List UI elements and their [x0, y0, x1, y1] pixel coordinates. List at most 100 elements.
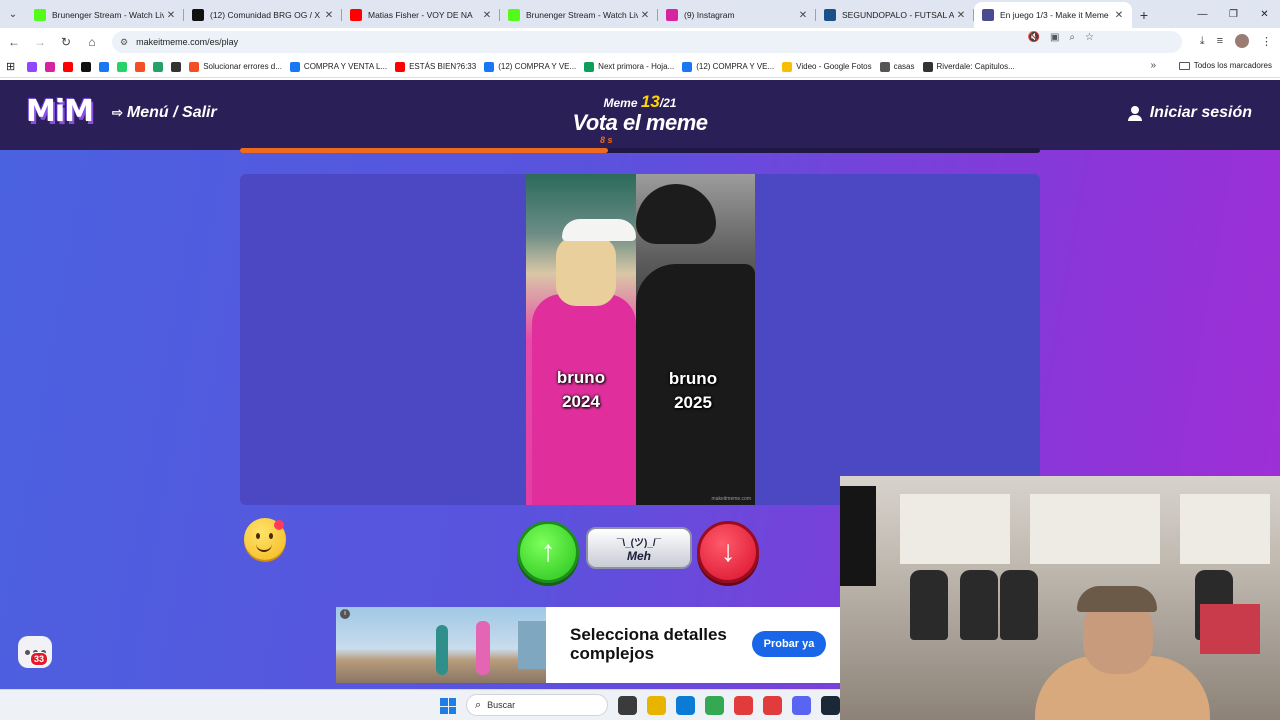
ad-info-icon[interactable]: i	[340, 609, 350, 619]
meh-button[interactable]: ¯\_(ツ)_/¯ Meh	[586, 527, 692, 569]
reload-icon[interactable]: ↻	[54, 30, 78, 54]
photos-icon	[782, 61, 793, 72]
browser-tab[interactable]: En juego 1/3 - Make it Meme ✕	[974, 2, 1132, 28]
bookmark-item[interactable]	[99, 61, 110, 72]
taskbar-app-icon[interactable]	[618, 696, 637, 715]
home-icon[interactable]: ⌂	[80, 30, 104, 54]
meme-current: 13	[640, 92, 660, 111]
mute-icon[interactable]: 🔇	[1028, 32, 1040, 43]
bookmark-item[interactable]: (12) COMPRA Y VE...	[682, 61, 774, 72]
tab-title: (9) Instagram	[684, 10, 735, 20]
globe-icon	[922, 61, 933, 72]
mim-icon	[982, 9, 994, 21]
close-tab-icon[interactable]: ✕	[954, 10, 968, 21]
browser-tab[interactable]: Brunenger Stream - Watch Live ✕	[26, 2, 184, 28]
apps-grid-icon[interactable]: ⊞	[6, 60, 15, 73]
bookmark-item[interactable]	[117, 61, 128, 72]
globe-icon	[171, 61, 182, 72]
back-icon[interactable]: ←	[2, 30, 26, 54]
login-button[interactable]: Iniciar sesión	[1127, 104, 1252, 122]
meh-label: Meh	[627, 548, 651, 563]
restore-icon[interactable]: ❐	[1218, 0, 1249, 28]
bookmark-label: Video - Google Fotos	[796, 62, 872, 71]
taskbar-search-input[interactable]: ⌕ Buscar	[466, 694, 608, 716]
cast-icon[interactable]: ▣	[1050, 32, 1059, 43]
taskbar-app-icon[interactable]	[734, 696, 753, 715]
close-window-icon[interactable]: ✕	[1249, 0, 1280, 28]
kick-icon	[508, 9, 520, 21]
taskbar-app-icon[interactable]	[647, 696, 666, 715]
bookmark-item[interactable]: casas	[879, 61, 915, 72]
browser-tab[interactable]: (12) Comunidad BRG OG / X ✕	[184, 2, 342, 28]
forward-icon[interactable]: →	[28, 30, 52, 54]
youtube-icon	[350, 9, 362, 21]
bookmark-item[interactable]	[171, 61, 182, 72]
reaction-emoji-button[interactable]	[244, 518, 286, 560]
tab-search-chevron-icon[interactable]: ⌄	[0, 0, 26, 28]
bookmark-item[interactable]: (12) COMPRA Y VE...	[484, 61, 576, 72]
bookmark-item[interactable]: Next primora - Hoja...	[584, 61, 674, 72]
minimize-icon[interactable]: —	[1187, 0, 1218, 28]
url-input[interactable]: ⚙ makeitmeme.com/es/play	[112, 31, 1182, 53]
close-tab-icon[interactable]: ✕	[164, 10, 178, 21]
download-icon[interactable]: ⤓	[1200, 35, 1205, 48]
taskbar-app-icon[interactable]	[763, 696, 782, 715]
browser-tab[interactable]: Brunenger Stream - Watch Live ✕	[500, 2, 658, 28]
twitch-icon	[27, 61, 38, 72]
ad-banner[interactable]: i Selecciona detalles complejos Probar y…	[336, 607, 840, 683]
bookmark-list: Solucionar errores d... COMPRA Y VENTA L.…	[27, 61, 1023, 72]
taskbar-app-icon[interactable]	[705, 696, 724, 715]
star-icon[interactable]: ☆	[1085, 32, 1094, 43]
close-tab-icon[interactable]: ✕	[322, 10, 336, 21]
profile-avatar[interactable]	[1235, 34, 1249, 48]
browser-tab[interactable]: (9) Instagram ✕	[658, 2, 816, 28]
bookmark-item[interactable]	[27, 61, 38, 72]
game-header: MiM ⇨ Menú / Salir Meme 13/21 Vota el me…	[0, 80, 1280, 150]
window-shape	[1030, 494, 1160, 564]
bookmark-item[interactable]	[135, 61, 146, 72]
taskbar-app-icon[interactable]	[792, 696, 811, 715]
close-tab-icon[interactable]: ✕	[480, 10, 494, 21]
close-tab-icon[interactable]: ✕	[796, 10, 810, 21]
new-tab-button[interactable]: +	[1132, 2, 1156, 28]
meme-word: Meme	[603, 96, 638, 110]
media-icon[interactable]: ≡	[1217, 35, 1223, 47]
heart-icon	[274, 520, 284, 530]
x-icon	[192, 9, 204, 21]
taskbar-app-icon[interactable]	[676, 696, 695, 715]
bookmark-item[interactable]	[45, 61, 56, 72]
downvote-button[interactable]: ↓	[697, 521, 759, 583]
close-tab-icon[interactable]: ✕	[1112, 10, 1126, 21]
taskbar-app-icon[interactable]	[821, 696, 840, 715]
browser-tab[interactable]: SEGUNDOPALO - FUTSAL AFA ✕	[816, 2, 974, 28]
browser-tab[interactable]: Matias Fisher - VOY DE NA ✕	[342, 2, 500, 28]
x-icon	[81, 61, 92, 72]
bookmark-item[interactable]	[63, 61, 74, 72]
site-info-icon[interactable]: ⚙	[120, 37, 128, 48]
window-controls: — ❐ ✕	[1187, 0, 1280, 28]
bookmark-item[interactable]	[153, 61, 164, 72]
windows-start-icon[interactable]	[440, 698, 456, 714]
address-bar: ← → ↻ ⌂ ⚙ makeitmeme.com/es/play 🔇 ▣ ⌕ ☆	[0, 28, 1280, 56]
kebab-menu-icon[interactable]: ⋮	[1261, 35, 1272, 48]
folder-icon	[879, 61, 890, 72]
upvote-button[interactable]: ↑	[517, 521, 579, 583]
more-bookmarks-icon[interactable]: »	[1150, 60, 1156, 71]
bookmark-item[interactable]	[81, 61, 92, 72]
zoom-icon[interactable]: ⌕	[1069, 32, 1075, 43]
tab-title: (12) Comunidad BRG OG / X	[210, 10, 321, 20]
toolbar-right: ⤓ ≡ ⋮	[1200, 34, 1272, 48]
bookmark-item[interactable]: ESTÁS BIEN?6:33	[395, 61, 476, 72]
meme-caption-left: bruno 2024	[556, 368, 606, 411]
bookmark-item[interactable]: Video - Google Fotos	[782, 61, 872, 72]
close-tab-icon[interactable]: ✕	[638, 10, 652, 21]
bookmark-label: Riverdale: Capitulos...	[936, 62, 1015, 71]
ad-person-2	[476, 621, 490, 675]
bookmark-item[interactable]: Solucionar errores d...	[189, 61, 282, 72]
ad-cta-button[interactable]: Probar ya	[752, 631, 826, 657]
bookmark-item[interactable]: COMPRA Y VENTA L...	[289, 61, 387, 72]
all-bookmarks-button[interactable]: Todos los marcadores	[1178, 61, 1272, 70]
streamer	[1035, 586, 1210, 720]
bookmark-item[interactable]: Riverdale: Capitulos...	[922, 61, 1015, 72]
photo-hat	[562, 219, 636, 241]
